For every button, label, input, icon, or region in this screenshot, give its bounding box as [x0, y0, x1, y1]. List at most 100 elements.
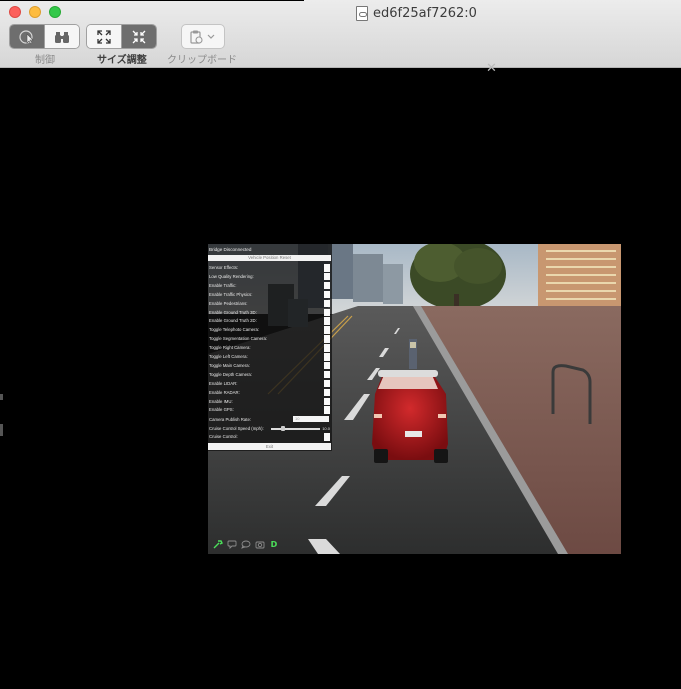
sensor-toggle-checkbox[interactable] — [324, 299, 330, 308]
sensor-toggle-checkbox[interactable] — [324, 370, 330, 379]
cruise-speed-row: Cruise Control Speed (mph): 10.0 — [209, 425, 331, 433]
sensor-toggle-label: Toggle Right Camera: — [209, 345, 251, 351]
pointer-control-button[interactable] — [10, 25, 44, 48]
camera-publish-rate-label: Camera Publish Rate: — [209, 417, 252, 422]
document-icon — [356, 5, 368, 21]
window-titlebar: ed6f25af7262:0 制御 サイズ調整 クリップボード — [0, 0, 681, 68]
shrink-button[interactable] — [122, 25, 156, 48]
sensor-toggle-label: Toggle Telephoto Camera: — [209, 327, 260, 333]
sensor-toggle-checkbox[interactable] — [324, 281, 330, 290]
sensor-toggle-row: Toggle Segmentation Camera: — [209, 335, 331, 343]
sensor-toggle-checkbox[interactable] — [324, 272, 330, 281]
speech-bubble-icon[interactable] — [227, 540, 237, 549]
clipboard-icon — [190, 30, 215, 44]
sensor-toggle-row: Enable GPS: — [209, 406, 331, 414]
sensor-toggle-checkbox[interactable] — [324, 317, 330, 325]
close-window-button[interactable] — [9, 6, 21, 18]
sensor-toggle-label: Toggle Main Camera: — [209, 362, 250, 368]
sensor-toggle-checkbox[interactable] — [324, 326, 330, 334]
cruise-speed-slider-knob[interactable] — [281, 426, 285, 431]
sensor-toggle-checkbox[interactable] — [324, 308, 330, 316]
view-only-button[interactable] — [45, 25, 79, 48]
window-title: ed6f25af7262:0 — [356, 4, 477, 22]
sensor-toggle-label: Enable Traffic: — [209, 282, 237, 288]
bridge-status-text: Bridge Disconnected — [209, 247, 252, 252]
binoculars-icon — [55, 31, 69, 43]
sensor-toggle-checkbox[interactable] — [324, 379, 330, 388]
cruise-speed-value: 10.0 — [322, 426, 330, 431]
sensor-toggle-checkbox[interactable] — [324, 361, 330, 370]
sensor-toggle-checkbox[interactable] — [324, 406, 330, 414]
sensor-toggle-checkbox[interactable] — [324, 353, 330, 361]
cruise-speed-label: Cruise Control Speed (mph): — [209, 426, 264, 431]
sensor-toggle-checkbox[interactable] — [324, 335, 330, 343]
cruise-control-checkbox[interactable] — [324, 433, 330, 441]
sensor-toggle-checkbox[interactable] — [324, 264, 330, 272]
sensor-toggle-label: Toggle Depth Camera: — [209, 371, 252, 377]
control-segment — [9, 24, 80, 49]
sensor-toggle-row: Sensor Effects: — [209, 264, 331, 272]
sensor-toggle-row: Toggle Depth Camera: — [209, 370, 331, 379]
sensor-toggle-label: Enable Ground Truth 2D: — [209, 318, 257, 324]
pointer-icon — [19, 29, 34, 44]
sensor-toggle-checkbox[interactable] — [324, 344, 330, 352]
resize-label: サイズ調整 — [97, 55, 147, 66]
sensor-toggle-label: Enable Traffic Physics: — [209, 291, 253, 297]
sensor-toggle-row: Enable Ground Truth 3D: — [209, 308, 331, 317]
sensor-toggle-row: Toggle Main Camera: — [209, 361, 331, 370]
vehicle-position-reset-button[interactable]: Vehicle Position Reset — [208, 255, 331, 261]
cruise-speed-slider[interactable] — [271, 428, 320, 430]
bottom-toolbar: D — [213, 540, 279, 549]
chat-icon[interactable] — [241, 540, 251, 549]
sensor-toggle-label: Toggle Left Camera: — [209, 354, 248, 359]
sensor-toggle-row: Low Quality Rendering: — [209, 272, 331, 281]
sensor-toggle-row: Toggle Telephoto Camera: — [209, 326, 331, 334]
sensor-toggle-label: Enable GPS: — [209, 407, 234, 413]
sensor-toggle-row: Enable Traffic: — [209, 281, 331, 290]
clipboard-cell — [182, 25, 224, 48]
sensor-toggle-label: Enable Ground Truth 3D: — [209, 309, 257, 315]
sensor-toggle-row: Toggle Right Camera: — [209, 344, 331, 352]
sensor-toggle-row: Enable Traffic Physics: — [209, 290, 331, 299]
drive-mode-indicator: D — [270, 539, 278, 549]
minimize-window-button[interactable] — [29, 6, 41, 18]
cruise-control-row: Cruise Control: — [209, 433, 331, 441]
sensor-toggle-checkbox[interactable] — [324, 290, 330, 299]
resize-segment — [86, 24, 157, 49]
sensor-toggle-row: Enable RADAR: — [209, 388, 331, 397]
left-edge-mark — [0, 394, 3, 400]
expand-icon — [97, 29, 111, 44]
shrink-icon — [132, 30, 146, 43]
clipboard-label: クリップボード — [167, 55, 237, 66]
sensor-toggle-label: Enable RADAR: — [209, 389, 240, 395]
left-edge-mark — [0, 424, 3, 436]
expand-button[interactable] — [87, 25, 121, 48]
sensor-toggle-row: Enable Ground Truth 2D: — [209, 317, 331, 325]
sensor-toggle-label: Sensor Effects: — [209, 265, 239, 270]
sensor-toggle-label: Enable LIDAR: — [209, 380, 238, 386]
exit-button[interactable]: Exit — [208, 443, 331, 450]
sensor-toggle-label: Low Quality Rendering: — [209, 273, 254, 279]
sensor-toggle-row: Enable Pedestrians: — [209, 299, 331, 308]
sensor-toggle-row: Enable LIDAR: — [209, 379, 331, 388]
window-title-text: ed6f25af7262:0 — [373, 5, 477, 21]
sensor-toggle-checkbox[interactable] — [324, 388, 330, 397]
clipboard-button[interactable] — [181, 24, 225, 49]
control-label: 制御 — [35, 55, 55, 66]
camera-icon[interactable] — [255, 540, 265, 549]
simulator-viewport[interactable]: Bridge Disconnected Vehicle Position Res… — [208, 244, 621, 554]
sensor-toggle-label: Toggle Segmentation Camera: — [209, 336, 268, 342]
sensor-toggle-label: Enable Pedestrians: — [209, 300, 248, 306]
sensor-toggle-checkbox[interactable] — [324, 397, 330, 405]
top-edge-line — [0, 0, 304, 1]
zoom-window-button[interactable] — [49, 6, 61, 18]
sensor-settings-panel: Bridge Disconnected Vehicle Position Res… — [208, 244, 332, 451]
sensor-toggle-label: Enable IMU: — [209, 398, 233, 404]
sensor-toggle-row: Enable IMU: — [209, 397, 331, 406]
sensor-toggle-row: Toggle Left Camera: — [209, 353, 331, 361]
close-icon[interactable]: ✕ — [486, 61, 497, 74]
cruise-control-label: Cruise Control: — [209, 434, 238, 439]
camera-publish-rate-row: Camera Publish Rate: 10 — [209, 416, 331, 424]
wrench-icon[interactable] — [213, 540, 223, 549]
camera-publish-rate-input[interactable]: 10 — [293, 416, 329, 422]
